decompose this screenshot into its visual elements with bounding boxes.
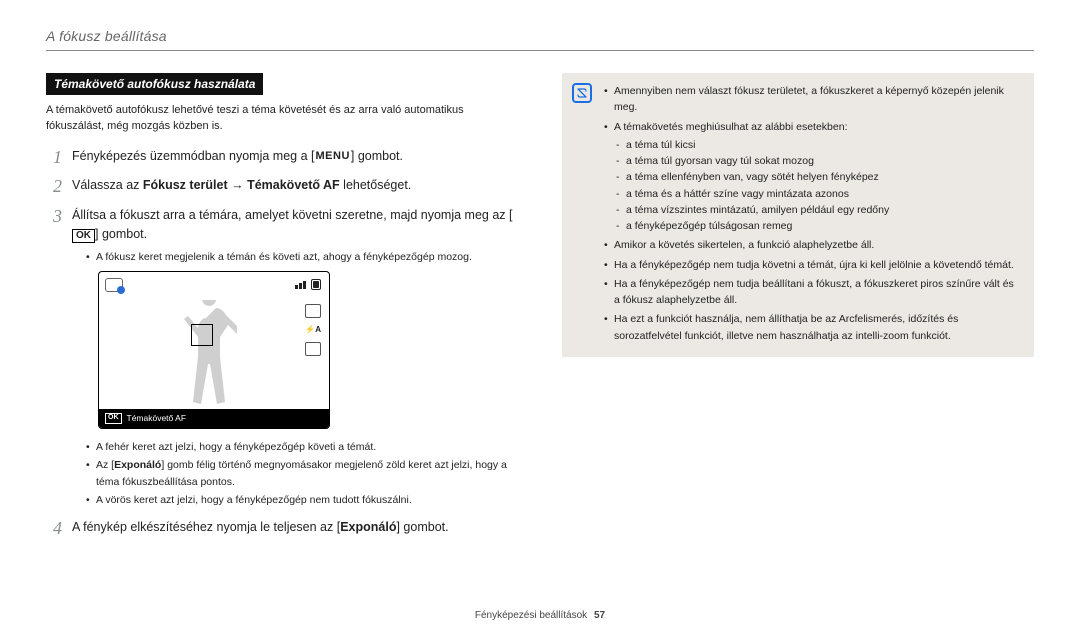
focus-frame	[191, 324, 213, 346]
flash-icon	[305, 304, 321, 318]
bullet-item: Az [Exponáló] gomb félig történő megnyom…	[86, 457, 518, 490]
step-body: Fényképezés üzemmódban nyomja meg a [MEN…	[72, 147, 518, 169]
bullet-text: Az [	[96, 459, 114, 471]
step-body: A fénykép elkészítéséhez nyomja le telje…	[72, 518, 518, 540]
note-item: Amennyiben nem választ fókusz területet,…	[604, 83, 1022, 116]
step-bullets: A fókusz keret megjelenik a témán és köv…	[86, 249, 518, 265]
note-item: Ha a fényképezőgép nem tudja követni a t…	[604, 257, 1022, 273]
signal-icon	[295, 281, 306, 289]
bullet-item: A fehér keret azt jelzi, hogy a fényképe…	[86, 439, 518, 455]
step-text: Állítsa a fókuszt arra a témára, amelyet…	[72, 208, 512, 222]
step-bold: Exponáló	[340, 520, 396, 534]
note-item: Amikor a követés sikertelen, a funkció a…	[604, 237, 1022, 253]
step-text: A fénykép elkészítéséhez nyomja le telje…	[72, 520, 340, 534]
page-footer: Fényképezési beállítások 57	[0, 610, 1080, 621]
subject-silhouette	[181, 300, 237, 410]
note-subitem: a téma túl gyorsan vagy túl sokat mozog	[614, 153, 1022, 169]
note-subitem: a téma és a háttér színe vagy mintázata …	[614, 186, 1022, 202]
step-text: Válassza az	[72, 178, 143, 192]
flash-auto-label: ⚡A	[305, 324, 321, 336]
step-item: 1 Fényképezés üzemmódban nyomja meg a [M…	[46, 147, 518, 169]
step-number: 2	[46, 176, 62, 198]
note-info-icon	[572, 83, 592, 103]
section-intro: A témakövető autofókusz lehetővé teszi a…	[46, 103, 518, 135]
step-item: 4 A fénykép elkészítéséhez nyomja le tel…	[46, 518, 518, 540]
note-item: Ha a fényképezőgép nem tudja beállítani …	[604, 276, 1022, 309]
camera-display-illustration: ⚡A OK Témakövető AF	[98, 271, 330, 429]
note-item: A témakövetés meghiúsulhat az alábbi ese…	[604, 119, 1022, 235]
step-bold: Témakövető AF	[247, 178, 340, 192]
note-text: A témakövetés meghiúsulhat az alábbi ese…	[614, 121, 847, 133]
step-text: Fényképezés üzemmódban nyomja meg a [	[72, 149, 315, 163]
note-item: Ha ezt a funkciót használja, nem állítha…	[604, 311, 1022, 344]
camera-mode-icon	[105, 278, 123, 292]
ok-glyph-small: OK	[105, 413, 122, 423]
menu-glyph: MENU	[315, 148, 351, 165]
page-header: A fókusz beállítása	[46, 28, 1034, 51]
step-number: 3	[46, 206, 62, 510]
display-mode-label: Témakövető AF	[127, 412, 187, 425]
step-bullets: A fehér keret azt jelzi, hogy a fényképe…	[86, 439, 518, 508]
section-heading: Témakövető autofókusz használata	[46, 73, 263, 95]
step-text: →	[228, 178, 247, 192]
note-list: Amennyiben nem választ fókusz területet,…	[604, 83, 1022, 344]
step-body: Válassza az Fókusz terület → Témakövető …	[72, 176, 518, 198]
note-box: Amennyiben nem választ fókusz területet,…	[562, 73, 1034, 357]
step-body: Állítsa a fókuszt arra a témára, amelyet…	[72, 206, 518, 510]
left-column: Témakövető autofókusz használata A témak…	[46, 73, 518, 548]
step-item: 2 Válassza az Fókusz terület → Témakövet…	[46, 176, 518, 198]
right-column: Amennyiben nem választ fókusz területet,…	[562, 73, 1034, 548]
timer-icon	[305, 342, 321, 356]
step-text: ] gombot.	[396, 520, 448, 534]
step-item: 3 Állítsa a fókuszt arra a témára, amely…	[46, 206, 518, 510]
status-icons	[295, 279, 321, 290]
note-subitem: a téma vízszintes mintázatú, amilyen pél…	[614, 202, 1022, 218]
content-columns: Témakövető autofókusz használata A témak…	[46, 73, 1034, 548]
bullet-bold: Exponáló	[114, 459, 161, 471]
note-subitem: a téma ellenfényben van, vagy sötét hely…	[614, 169, 1022, 185]
note-subitem: a téma túl kicsi	[614, 137, 1022, 153]
page-number: 57	[594, 610, 605, 621]
side-icons: ⚡A	[305, 304, 321, 356]
note-sublist: a téma túl kicsi a téma túl gyorsan vagy…	[614, 137, 1022, 235]
step-bold: Fókusz terület	[143, 178, 228, 192]
bullet-item: A vörös keret azt jelzi, hogy a fényképe…	[86, 492, 518, 508]
step-number: 4	[46, 518, 62, 540]
display-label-bar: OK Témakövető AF	[99, 409, 329, 428]
step-text: ] gombot.	[351, 149, 403, 163]
step-number: 1	[46, 147, 62, 169]
storage-icon	[311, 279, 321, 290]
footer-label: Fényképezési beállítások	[475, 610, 587, 621]
step-text: lehetőséget.	[340, 178, 412, 192]
bullet-item: A fókusz keret megjelenik a témán és köv…	[86, 249, 518, 265]
step-text: ] gombot.	[95, 227, 147, 241]
ok-glyph: OK	[72, 229, 95, 243]
steps-list: 1 Fényképezés üzemmódban nyomja meg a [M…	[46, 147, 518, 540]
note-subitem: a fényképezőgép túlságosan remeg	[614, 218, 1022, 234]
